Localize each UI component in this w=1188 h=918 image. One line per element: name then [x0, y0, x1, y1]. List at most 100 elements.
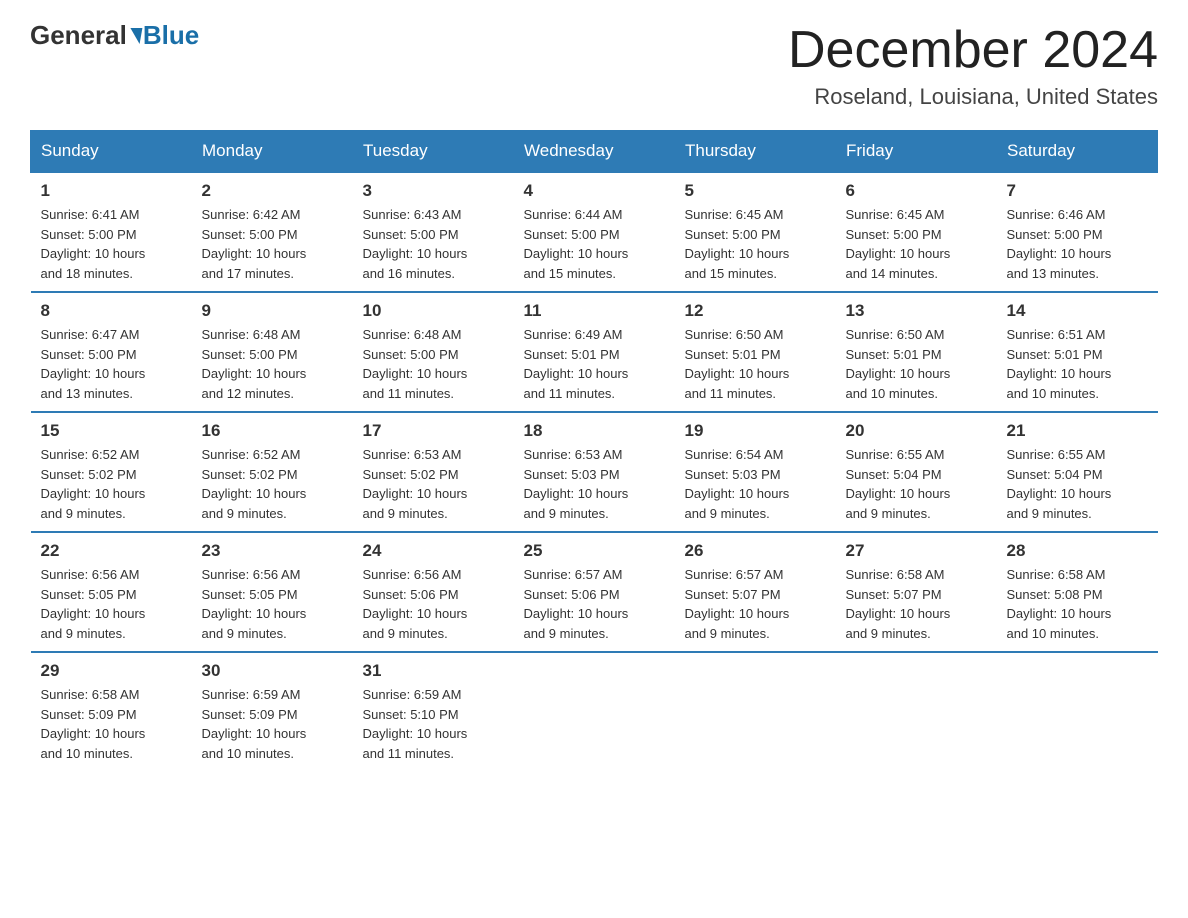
month-title: December 2024	[788, 20, 1158, 80]
day-info: Sunrise: 6:56 AM Sunset: 5:05 PM Dayligh…	[202, 565, 343, 643]
week-row-5: 29 Sunrise: 6:58 AM Sunset: 5:09 PM Dayl…	[31, 652, 1158, 771]
header-cell-thursday: Thursday	[675, 131, 836, 173]
location-subtitle: Roseland, Louisiana, United States	[788, 84, 1158, 110]
day-info: Sunrise: 6:58 AM Sunset: 5:08 PM Dayligh…	[1007, 565, 1148, 643]
day-number: 15	[41, 421, 182, 441]
day-number: 22	[41, 541, 182, 561]
day-number: 30	[202, 661, 343, 681]
day-number: 18	[524, 421, 665, 441]
day-cell: 3 Sunrise: 6:43 AM Sunset: 5:00 PM Dayli…	[353, 172, 514, 292]
day-cell: 8 Sunrise: 6:47 AM Sunset: 5:00 PM Dayli…	[31, 292, 192, 412]
day-cell: 21 Sunrise: 6:55 AM Sunset: 5:04 PM Dayl…	[997, 412, 1158, 532]
day-cell: 29 Sunrise: 6:58 AM Sunset: 5:09 PM Dayl…	[31, 652, 192, 771]
day-cell: 28 Sunrise: 6:58 AM Sunset: 5:08 PM Dayl…	[997, 532, 1158, 652]
day-number: 2	[202, 181, 343, 201]
calendar-header: SundayMondayTuesdayWednesdayThursdayFrid…	[31, 131, 1158, 173]
day-cell: 7 Sunrise: 6:46 AM Sunset: 5:00 PM Dayli…	[997, 172, 1158, 292]
day-info: Sunrise: 6:46 AM Sunset: 5:00 PM Dayligh…	[1007, 205, 1148, 283]
day-cell: 19 Sunrise: 6:54 AM Sunset: 5:03 PM Dayl…	[675, 412, 836, 532]
day-cell: 13 Sunrise: 6:50 AM Sunset: 5:01 PM Dayl…	[836, 292, 997, 412]
day-cell: 26 Sunrise: 6:57 AM Sunset: 5:07 PM Dayl…	[675, 532, 836, 652]
day-info: Sunrise: 6:44 AM Sunset: 5:00 PM Dayligh…	[524, 205, 665, 283]
calendar-table: SundayMondayTuesdayWednesdayThursdayFrid…	[30, 130, 1158, 771]
header-cell-tuesday: Tuesday	[353, 131, 514, 173]
day-number: 20	[846, 421, 987, 441]
day-cell: 30 Sunrise: 6:59 AM Sunset: 5:09 PM Dayl…	[192, 652, 353, 771]
day-number: 16	[202, 421, 343, 441]
day-info: Sunrise: 6:53 AM Sunset: 5:02 PM Dayligh…	[363, 445, 504, 523]
day-cell: 17 Sunrise: 6:53 AM Sunset: 5:02 PM Dayl…	[353, 412, 514, 532]
day-number: 31	[363, 661, 504, 681]
day-cell: 16 Sunrise: 6:52 AM Sunset: 5:02 PM Dayl…	[192, 412, 353, 532]
logo-blue-text: Blue	[143, 20, 199, 51]
day-cell: 23 Sunrise: 6:56 AM Sunset: 5:05 PM Dayl…	[192, 532, 353, 652]
header-cell-saturday: Saturday	[997, 131, 1158, 173]
day-cell: 1 Sunrise: 6:41 AM Sunset: 5:00 PM Dayli…	[31, 172, 192, 292]
header-row: SundayMondayTuesdayWednesdayThursdayFrid…	[31, 131, 1158, 173]
day-cell	[514, 652, 675, 771]
day-cell: 20 Sunrise: 6:55 AM Sunset: 5:04 PM Dayl…	[836, 412, 997, 532]
day-info: Sunrise: 6:51 AM Sunset: 5:01 PM Dayligh…	[1007, 325, 1148, 403]
logo-general-text: General	[30, 20, 127, 51]
day-info: Sunrise: 6:45 AM Sunset: 5:00 PM Dayligh…	[846, 205, 987, 283]
day-number: 29	[41, 661, 182, 681]
day-number: 23	[202, 541, 343, 561]
day-info: Sunrise: 6:52 AM Sunset: 5:02 PM Dayligh…	[202, 445, 343, 523]
day-number: 1	[41, 181, 182, 201]
day-info: Sunrise: 6:55 AM Sunset: 5:04 PM Dayligh…	[846, 445, 987, 523]
day-number: 9	[202, 301, 343, 321]
day-number: 5	[685, 181, 826, 201]
header-cell-sunday: Sunday	[31, 131, 192, 173]
calendar-body: 1 Sunrise: 6:41 AM Sunset: 5:00 PM Dayli…	[31, 172, 1158, 771]
day-number: 11	[524, 301, 665, 321]
day-info: Sunrise: 6:45 AM Sunset: 5:00 PM Dayligh…	[685, 205, 826, 283]
header-cell-wednesday: Wednesday	[514, 131, 675, 173]
day-info: Sunrise: 6:41 AM Sunset: 5:00 PM Dayligh…	[41, 205, 182, 283]
day-number: 21	[1007, 421, 1148, 441]
day-number: 14	[1007, 301, 1148, 321]
day-number: 19	[685, 421, 826, 441]
header-cell-friday: Friday	[836, 131, 997, 173]
day-cell	[836, 652, 997, 771]
day-number: 7	[1007, 181, 1148, 201]
day-cell	[675, 652, 836, 771]
day-info: Sunrise: 6:55 AM Sunset: 5:04 PM Dayligh…	[1007, 445, 1148, 523]
day-cell	[997, 652, 1158, 771]
day-cell: 24 Sunrise: 6:56 AM Sunset: 5:06 PM Dayl…	[353, 532, 514, 652]
day-cell: 31 Sunrise: 6:59 AM Sunset: 5:10 PM Dayl…	[353, 652, 514, 771]
day-number: 24	[363, 541, 504, 561]
day-number: 12	[685, 301, 826, 321]
title-section: December 2024 Roseland, Louisiana, Unite…	[788, 20, 1158, 110]
day-info: Sunrise: 6:59 AM Sunset: 5:09 PM Dayligh…	[202, 685, 343, 763]
day-number: 28	[1007, 541, 1148, 561]
day-number: 13	[846, 301, 987, 321]
day-info: Sunrise: 6:57 AM Sunset: 5:06 PM Dayligh…	[524, 565, 665, 643]
day-cell: 6 Sunrise: 6:45 AM Sunset: 5:00 PM Dayli…	[836, 172, 997, 292]
day-cell: 18 Sunrise: 6:53 AM Sunset: 5:03 PM Dayl…	[514, 412, 675, 532]
logo-arrow-icon	[127, 28, 142, 44]
day-cell: 4 Sunrise: 6:44 AM Sunset: 5:00 PM Dayli…	[514, 172, 675, 292]
day-info: Sunrise: 6:48 AM Sunset: 5:00 PM Dayligh…	[202, 325, 343, 403]
day-cell: 10 Sunrise: 6:48 AM Sunset: 5:00 PM Dayl…	[353, 292, 514, 412]
header-cell-monday: Monday	[192, 131, 353, 173]
day-info: Sunrise: 6:52 AM Sunset: 5:02 PM Dayligh…	[41, 445, 182, 523]
day-cell: 12 Sunrise: 6:50 AM Sunset: 5:01 PM Dayl…	[675, 292, 836, 412]
day-info: Sunrise: 6:54 AM Sunset: 5:03 PM Dayligh…	[685, 445, 826, 523]
page-header: General Blue December 2024 Roseland, Lou…	[30, 20, 1158, 110]
day-info: Sunrise: 6:50 AM Sunset: 5:01 PM Dayligh…	[846, 325, 987, 403]
day-info: Sunrise: 6:50 AM Sunset: 5:01 PM Dayligh…	[685, 325, 826, 403]
day-info: Sunrise: 6:42 AM Sunset: 5:00 PM Dayligh…	[202, 205, 343, 283]
day-number: 26	[685, 541, 826, 561]
day-cell: 25 Sunrise: 6:57 AM Sunset: 5:06 PM Dayl…	[514, 532, 675, 652]
day-info: Sunrise: 6:58 AM Sunset: 5:07 PM Dayligh…	[846, 565, 987, 643]
day-info: Sunrise: 6:53 AM Sunset: 5:03 PM Dayligh…	[524, 445, 665, 523]
day-info: Sunrise: 6:56 AM Sunset: 5:06 PM Dayligh…	[363, 565, 504, 643]
day-info: Sunrise: 6:56 AM Sunset: 5:05 PM Dayligh…	[41, 565, 182, 643]
day-cell: 14 Sunrise: 6:51 AM Sunset: 5:01 PM Dayl…	[997, 292, 1158, 412]
day-info: Sunrise: 6:59 AM Sunset: 5:10 PM Dayligh…	[363, 685, 504, 763]
day-info: Sunrise: 6:48 AM Sunset: 5:00 PM Dayligh…	[363, 325, 504, 403]
day-cell: 22 Sunrise: 6:56 AM Sunset: 5:05 PM Dayl…	[31, 532, 192, 652]
day-cell: 15 Sunrise: 6:52 AM Sunset: 5:02 PM Dayl…	[31, 412, 192, 532]
day-cell: 2 Sunrise: 6:42 AM Sunset: 5:00 PM Dayli…	[192, 172, 353, 292]
day-info: Sunrise: 6:49 AM Sunset: 5:01 PM Dayligh…	[524, 325, 665, 403]
